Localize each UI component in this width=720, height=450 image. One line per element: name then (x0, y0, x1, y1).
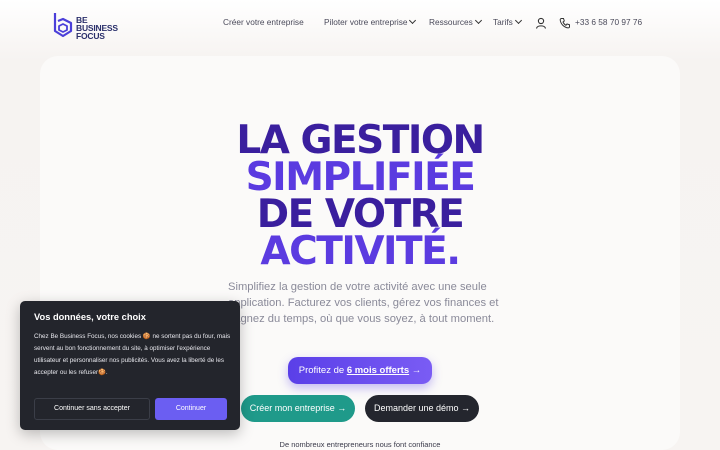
nav-resources[interactable]: Ressources (429, 16, 482, 31)
promo-button[interactable]: Profitez de 6 mois offerts → (288, 357, 432, 384)
request-demo-button[interactable]: Demander une démo → (365, 395, 479, 422)
logo-text: BE BUSINESS FOCUS (76, 16, 118, 41)
promo-highlight: 6 mois offerts (346, 365, 410, 376)
logo[interactable]: BE BUSINESS FOCUS (52, 11, 118, 41)
cookie-banner: Vos données, votre choix Chez Be Busines… (20, 301, 240, 430)
arrow-right-icon: → (411, 365, 422, 376)
nav-resources-label: Ressources (429, 17, 473, 27)
nav-create[interactable]: Créer votre entreprise (223, 17, 304, 31)
cookie-decline-button[interactable]: Continuer sans accepter (34, 398, 150, 420)
logo-line: FOCUS (76, 31, 105, 41)
phone-number: +33 6 58 70 97 76 (575, 17, 643, 27)
nav-pricing[interactable]: Tarifs (493, 16, 522, 31)
create-company-button[interactable]: Créer mon entreprise → (241, 395, 355, 422)
phone-link[interactable]: +33 6 58 70 97 76 (575, 17, 642, 31)
chevron-down-icon (514, 16, 522, 25)
promo-prefix: Profitez de (298, 365, 345, 376)
chevron-down-icon (474, 16, 482, 25)
phone-icon[interactable] (559, 16, 571, 29)
user-icon[interactable] (535, 16, 547, 29)
nav-pilot-label: Piloter votre entreprise (324, 17, 408, 27)
headline-line-4: ACTIVITÉ. (260, 229, 461, 274)
nav-create-label: Créer votre entreprise (223, 17, 304, 27)
cookie-accept-button[interactable]: Continuer (155, 398, 227, 420)
hero-description: Simplifiez la gestion de votre activité … (228, 281, 499, 325)
nav-pricing-label: Tarifs (493, 17, 513, 27)
chevron-down-icon (409, 16, 417, 25)
trust-text: De nombreux entrepreneurs nous font conf… (279, 440, 441, 449)
cookie-title: Vos données, votre choix (34, 312, 146, 322)
logo-mark-icon (53, 13, 73, 38)
site-header: BE BUSINESS FOCUS Créer votre entreprise… (0, 0, 720, 48)
cookie-description: Chez Be Business Focus, nos cookies 🍪 ne… (34, 333, 231, 376)
nav-pilot[interactable]: Piloter votre entreprise (324, 16, 417, 31)
